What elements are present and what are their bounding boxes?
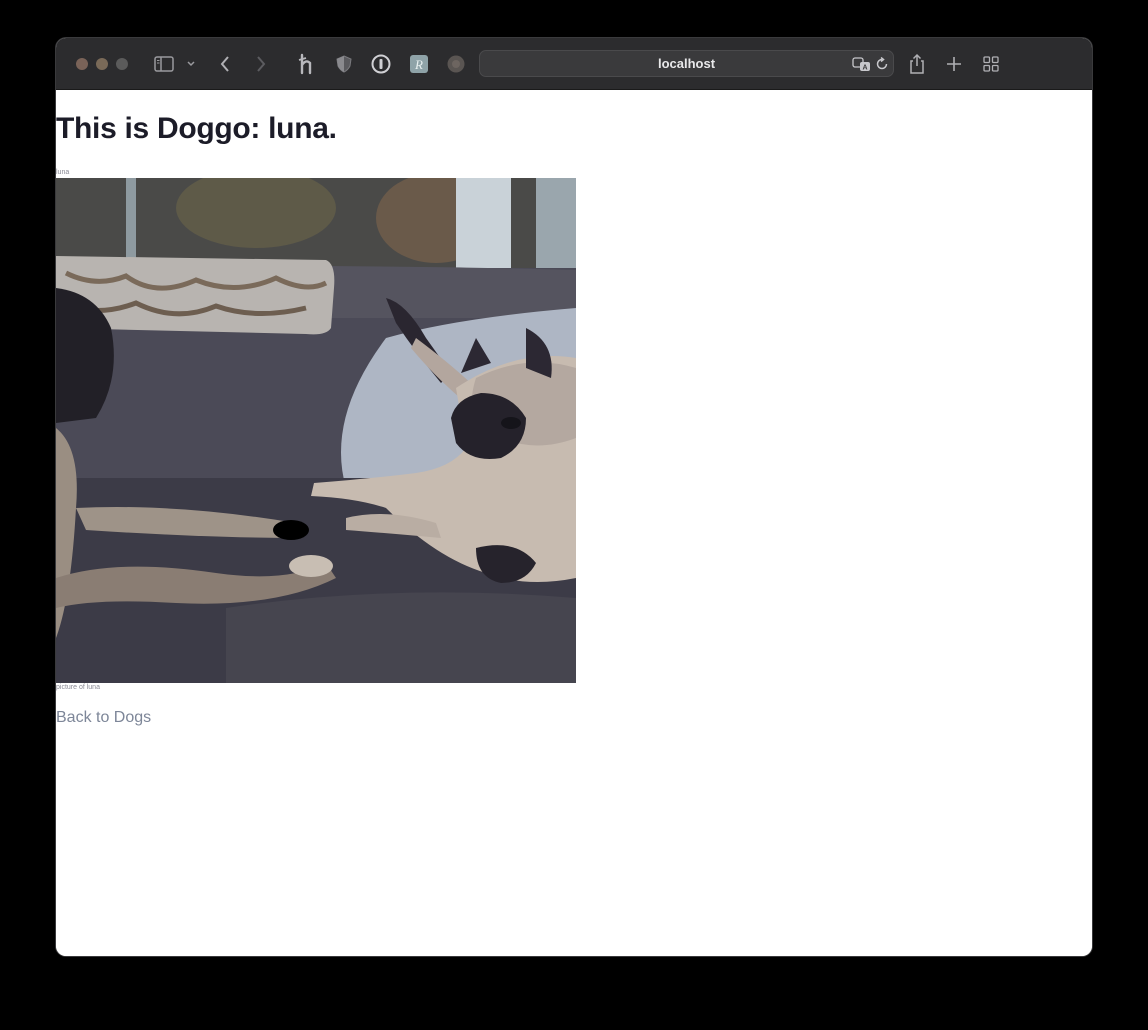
honey-extension-icon[interactable] xyxy=(296,52,318,76)
back-to-dogs-link[interactable]: Back to Dogs xyxy=(56,709,151,727)
translate-icon[interactable]: A xyxy=(852,54,872,74)
zoom-window-button[interactable] xyxy=(116,58,128,70)
page-title: This is Doggo: luna. xyxy=(56,112,337,145)
address-bar[interactable]: localhost A xyxy=(479,50,894,77)
dog-photo xyxy=(56,178,576,683)
extension-circle-icon[interactable] xyxy=(445,52,467,76)
chevron-down-icon[interactable] xyxy=(185,52,197,76)
browser-toolbar: R localhost A xyxy=(56,38,1092,90)
browser-window: R localhost A This is Doggo: luna. luna xyxy=(56,38,1092,956)
sidebar-icon[interactable] xyxy=(152,52,176,76)
minimize-window-button[interactable] xyxy=(96,58,108,70)
privacy-shield-icon[interactable] xyxy=(334,52,354,76)
forward-arrow-icon[interactable] xyxy=(252,52,270,76)
image-caption-bottom: picture of luna xyxy=(56,684,100,691)
reload-icon[interactable] xyxy=(874,54,890,74)
extension-r-icon[interactable]: R xyxy=(408,52,430,76)
page-content: This is Doggo: luna. luna picture of lun… xyxy=(56,90,1092,956)
image-caption-top: luna xyxy=(56,169,70,176)
new-tab-icon[interactable] xyxy=(944,52,964,76)
share-icon[interactable] xyxy=(906,52,928,76)
password-manager-icon[interactable] xyxy=(370,52,392,76)
close-window-button[interactable] xyxy=(76,58,88,70)
svg-text:A: A xyxy=(862,65,867,72)
svg-text:R: R xyxy=(414,57,423,72)
tab-overview-icon[interactable] xyxy=(981,52,1001,76)
back-arrow-icon[interactable] xyxy=(216,52,234,76)
address-text: localhost xyxy=(657,56,716,71)
